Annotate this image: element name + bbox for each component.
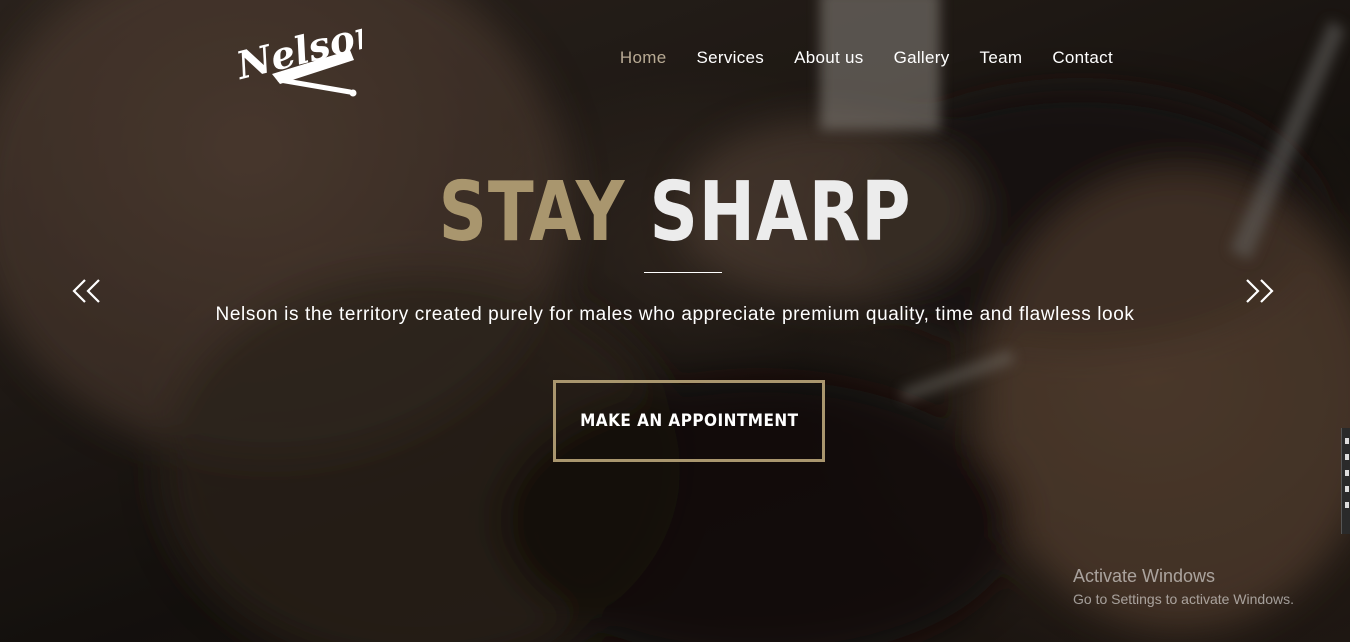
nav-item-contact[interactable]: Contact (1052, 48, 1113, 68)
double-chevron-left-icon (72, 279, 100, 303)
logo[interactable]: Nelson (231, 9, 386, 100)
headline-word-sharp: SHARP (649, 165, 912, 260)
nav-item-services[interactable]: Services (696, 48, 764, 68)
main-nav: Home Services About us Gallery Team Cont… (620, 48, 1113, 68)
slider-prev-button[interactable] (68, 272, 108, 312)
hero-slider: Nelson Home Services About us Gallery Te… (0, 0, 1350, 642)
double-chevron-right-icon (1246, 279, 1274, 303)
watermark-title: Activate Windows (1073, 566, 1216, 586)
watermark-subtitle: Go to Settings to activate Windows. (1073, 591, 1294, 607)
slider-next-button[interactable] (1242, 272, 1282, 312)
hero-subtitle: Nelson is the territory created purely f… (215, 304, 1135, 325)
nav-item-gallery[interactable]: Gallery (894, 48, 950, 68)
side-scroll-widget[interactable] (1341, 428, 1350, 534)
hero-headline: STAY SHARP (122, 165, 1229, 260)
nav-item-home[interactable]: Home (620, 48, 667, 68)
straight-razor-icon: Nelson (231, 9, 386, 97)
nav-item-team[interactable]: Team (980, 48, 1023, 68)
nav-item-about[interactable]: About us (794, 48, 864, 68)
make-appointment-button[interactable]: MAKE AN APPOINTMENT (553, 380, 825, 462)
make-appointment-label: MAKE AN APPOINTMENT (579, 411, 799, 431)
activate-windows-watermark: Activate Windows Go to Settings to activ… (1073, 565, 1294, 609)
headline-divider (644, 272, 722, 273)
headline-word-stay: STAY (438, 165, 626, 260)
